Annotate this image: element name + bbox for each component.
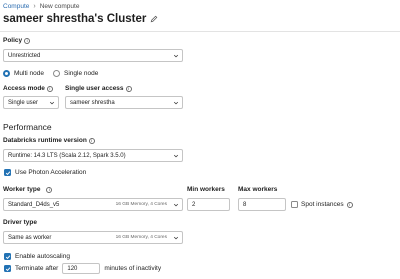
driver-type-value: Same as worker — [8, 234, 52, 241]
single-node-label: Single node — [64, 70, 99, 77]
header-divider — [0, 31, 400, 32]
access-mode-label: Access mode i — [3, 85, 53, 92]
worker-type-label-text: Worker type — [3, 186, 41, 193]
checkmark-icon — [5, 254, 10, 259]
terminate-checkbox[interactable] — [4, 265, 11, 272]
single-user-access-label-text: Single user access — [65, 85, 124, 92]
chevron-right-icon: › — [33, 3, 36, 10]
info-icon[interactable]: i — [46, 85, 53, 92]
min-workers-input[interactable]: 2 — [187, 198, 230, 211]
spot-instances-checkbox[interactable] — [291, 201, 298, 208]
access-mode-select[interactable]: Single user — [3, 96, 59, 109]
chevron-down-icon — [49, 101, 55, 105]
spot-instances-label: Spot instances — [301, 201, 344, 208]
terminate-prefix: Terminate after — [15, 265, 59, 272]
info-icon[interactable]: i — [46, 186, 53, 193]
min-workers-label: Min workers — [187, 186, 225, 193]
min-workers-value: 2 — [192, 201, 196, 208]
terminate-suffix: minutes of inactivity — [104, 265, 162, 272]
breadcrumb-compute-link[interactable]: Compute — [3, 3, 29, 10]
photon-option[interactable]: Use Photon Acceleration — [4, 169, 86, 176]
breadcrumb-current: New compute — [39, 3, 80, 10]
checkmark-icon — [5, 266, 10, 271]
info-icon[interactable]: i — [24, 37, 31, 44]
runtime-select[interactable]: Runtime: 14.3 LTS (Scala 2.12, Spark 3.5… — [3, 149, 183, 162]
autoscaling-checkbox[interactable] — [4, 253, 11, 260]
runtime-label-text: Databricks runtime version — [3, 137, 87, 144]
multi-node-option[interactable]: Multi node — [3, 70, 44, 77]
spot-instances-option[interactable]: Spot instances i — [291, 201, 353, 208]
runtime-label: Databricks runtime version i — [3, 137, 95, 144]
chevron-down-icon — [173, 236, 179, 240]
chevron-down-icon — [173, 101, 179, 105]
single-node-option[interactable]: Single node — [53, 70, 98, 77]
chevron-down-icon — [173, 154, 179, 158]
driver-type-label: Driver type — [3, 219, 37, 226]
worker-type-value: Standard_D4ds_v5 — [8, 201, 60, 208]
multi-node-label: Multi node — [14, 70, 44, 77]
worker-type-select[interactable]: Standard_D4ds_v5 16 GB Memory, 4 Cores — [3, 198, 183, 211]
access-mode-label-text: Access mode — [3, 85, 45, 92]
autoscaling-label: Enable autoscaling — [15, 253, 70, 260]
max-workers-value: 8 — [243, 201, 247, 208]
runtime-value: Runtime: 14.3 LTS (Scala 2.12, Spark 3.5… — [8, 152, 126, 159]
terminate-option[interactable]: Terminate after 120 minutes of inactivit… — [4, 263, 161, 274]
info-icon[interactable]: i — [88, 137, 95, 144]
driver-type-select[interactable]: Same as worker 16 GB Memory, 4 Cores — [3, 231, 183, 244]
breadcrumb: Compute › New compute — [3, 3, 79, 10]
chevron-down-icon — [173, 54, 179, 58]
page-title: sameer shrestha's Cluster — [3, 13, 147, 25]
info-icon[interactable]: i — [346, 201, 353, 208]
info-icon[interactable]: i — [125, 85, 132, 92]
single-user-access-label: Single user access i — [65, 85, 132, 92]
policy-label: Policy i — [3, 37, 31, 44]
terminate-minutes-value: 120 — [67, 265, 78, 272]
max-workers-input[interactable]: 8 — [238, 198, 286, 211]
single-user-access-value: sameer shrestha — [70, 99, 115, 106]
page-title-row: sameer shrestha's Cluster — [3, 13, 158, 25]
single-user-access-select[interactable]: sameer shrestha — [65, 96, 183, 109]
autoscaling-option[interactable]: Enable autoscaling — [4, 253, 70, 260]
worker-type-label: Worker type i — [3, 186, 53, 193]
policy-select[interactable]: Unrestricted — [3, 49, 183, 62]
max-workers-label: Max workers — [238, 186, 278, 193]
edit-pencil-icon[interactable] — [150, 15, 158, 23]
driver-type-note: 16 GB Memory, 4 Cores — [115, 235, 167, 240]
policy-label-text: Policy — [3, 37, 23, 44]
access-mode-value: Single user — [8, 99, 39, 106]
chevron-down-icon — [173, 203, 179, 207]
multi-node-radio[interactable] — [3, 70, 10, 77]
checkmark-icon — [5, 170, 10, 175]
worker-type-note: 16 GB Memory, 4 Cores — [115, 202, 167, 207]
photon-label: Use Photon Acceleration — [15, 169, 87, 176]
terminate-minutes-input[interactable]: 120 — [62, 263, 101, 274]
performance-heading: Performance — [3, 122, 52, 132]
policy-value: Unrestricted — [8, 52, 41, 59]
single-node-radio[interactable] — [53, 70, 60, 77]
photon-checkbox[interactable] — [4, 169, 11, 176]
